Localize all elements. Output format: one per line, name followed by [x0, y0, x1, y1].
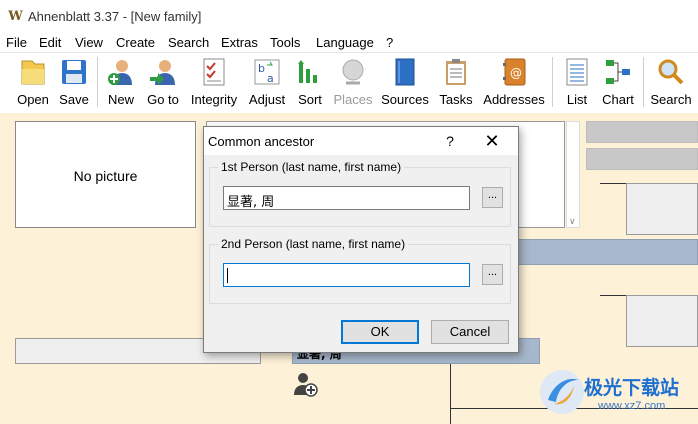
- menu-language[interactable]: Language: [316, 35, 374, 50]
- first-person-group: 1st Person (last name, first name) 显著, 周…: [209, 160, 511, 227]
- title-bar: W Ahnenblatt 3.37 - [New family]: [0, 0, 698, 32]
- ahnenblatt-logo-icon: W: [8, 9, 23, 24]
- menu-view[interactable]: View: [75, 35, 103, 50]
- add-person-icon: [108, 60, 132, 85]
- address-book-icon: @: [503, 58, 526, 86]
- sources-button[interactable]: Sources: [380, 56, 430, 110]
- menu-tools[interactable]: Tools: [270, 35, 300, 50]
- search-button[interactable]: Search: [648, 56, 694, 110]
- ok-button[interactable]: OK: [341, 320, 419, 344]
- parent-box[interactable]: [626, 183, 698, 235]
- tree-chart-icon: [606, 60, 630, 84]
- first-person-input[interactable]: 显著, 周: [223, 186, 470, 210]
- toolbar-separator: [552, 57, 553, 107]
- notes-scrollbar[interactable]: ∨: [566, 121, 580, 228]
- open-button[interactable]: Open: [12, 56, 54, 110]
- menu-search[interactable]: Search: [168, 35, 209, 50]
- tree-connector: [600, 295, 626, 296]
- second-person-browse-button[interactable]: ...: [482, 264, 503, 285]
- list-icon: [566, 58, 588, 86]
- toolbar-separator: [97, 57, 98, 107]
- second-person-input[interactable]: [223, 263, 470, 287]
- adjust-button[interactable]: ba Adjust: [246, 56, 288, 110]
- watermark-logo-icon: [540, 370, 584, 414]
- chevron-down-icon[interactable]: ∨: [569, 216, 576, 227]
- sort-button[interactable]: Sort: [292, 56, 328, 110]
- ancestor-box[interactable]: [586, 148, 698, 170]
- svg-text:b: b: [258, 62, 265, 75]
- close-icon[interactable]: ✕: [480, 131, 504, 151]
- floppy-disk-icon: [62, 60, 86, 84]
- dialog-title-bar: Common ancestor ? ✕: [204, 127, 518, 155]
- ancestor-box[interactable]: [586, 121, 698, 143]
- menu-file[interactable]: File: [6, 35, 27, 50]
- folder-open-icon: [21, 60, 45, 85]
- clipboard-icon: [446, 59, 466, 85]
- addresses-button[interactable]: @ Addresses: [482, 56, 546, 110]
- sort-icon: [298, 60, 317, 83]
- add-person-icon[interactable]: [292, 371, 318, 397]
- watermark-url: www.xz7.com: [598, 400, 666, 412]
- parent-box[interactable]: [626, 295, 698, 347]
- integrity-button[interactable]: Integrity: [188, 56, 240, 110]
- toolbar: Open Save New Go to Integrity ba Adjust …: [0, 52, 698, 114]
- tree-connector: [600, 183, 626, 184]
- magnifier-icon: [658, 59, 684, 85]
- menu-bar: File Edit View Create Search Extras Tool…: [0, 32, 698, 52]
- watermark-text: 极光下载站: [584, 377, 680, 399]
- globe-icon: [342, 59, 364, 85]
- toolbar-separator: [643, 57, 644, 107]
- cancel-button[interactable]: Cancel: [431, 320, 509, 344]
- tree-connector: [450, 364, 451, 424]
- selected-person-box[interactable]: [510, 239, 698, 265]
- dialog-title: Common ancestor: [208, 134, 315, 149]
- list-button[interactable]: List: [560, 56, 594, 110]
- menu-help[interactable]: ?: [386, 35, 393, 50]
- window-title: Ahnenblatt 3.37 - [New family]: [28, 9, 202, 24]
- svg-text:a: a: [267, 72, 274, 85]
- common-ancestor-dialog: Common ancestor ? ✕ 1st Person (last nam…: [203, 126, 519, 353]
- go-to-person-icon: [150, 60, 175, 85]
- picture-placeholder: No picture: [15, 121, 196, 228]
- new-person-button[interactable]: New: [102, 56, 140, 110]
- menu-extras[interactable]: Extras: [221, 35, 258, 50]
- svg-text:@: @: [510, 66, 522, 80]
- chart-button[interactable]: Chart: [598, 56, 638, 110]
- places-button[interactable]: Places: [332, 56, 374, 110]
- book-icon: [395, 58, 415, 86]
- text-caret: [227, 268, 228, 283]
- first-person-label: 1st Person (last name, first name): [218, 160, 405, 174]
- menu-edit[interactable]: Edit: [39, 35, 61, 50]
- save-button[interactable]: Save: [54, 56, 94, 110]
- adjust-icon: ba: [254, 59, 280, 85]
- first-person-browse-button[interactable]: ...: [482, 187, 503, 208]
- no-picture-label: No picture: [73, 168, 138, 184]
- checklist-icon: [203, 58, 225, 86]
- second-person-group: 2nd Person (last name, first name) ...: [209, 237, 511, 304]
- help-button[interactable]: ?: [440, 131, 460, 151]
- go-to-button[interactable]: Go to: [142, 56, 184, 110]
- tasks-button[interactable]: Tasks: [436, 56, 476, 110]
- menu-create[interactable]: Create: [116, 35, 155, 50]
- second-person-label: 2nd Person (last name, first name): [218, 237, 409, 251]
